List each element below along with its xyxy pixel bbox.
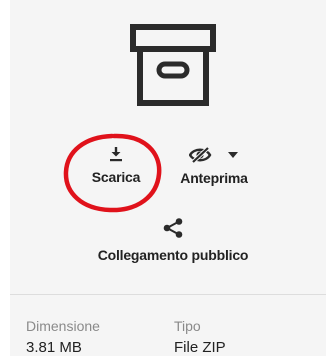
- preview-label: Anteprima: [180, 170, 248, 186]
- section-divider: [10, 294, 326, 295]
- archive-box-icon: [130, 24, 216, 106]
- file-size-info: Dimensione 3.81 MB: [26, 318, 100, 359]
- download-label: Scarica: [91, 169, 141, 185]
- eye-slash-icon: [189, 147, 212, 163]
- public-link-label: Collegamento pubblico: [97, 247, 249, 263]
- file-type-info: Tipo File ZIP: [174, 318, 226, 359]
- caret-down-icon[interactable]: [227, 151, 239, 159]
- public-link-button[interactable]: Collegamento pubblico: [80, 217, 266, 263]
- file-type-label: Tipo: [174, 318, 201, 334]
- share-icon: [163, 218, 183, 238]
- download-button[interactable]: Scarica: [86, 146, 146, 185]
- preview-button[interactable]: Anteprima: [172, 146, 256, 186]
- download-icon: [110, 147, 122, 162]
- file-size-label: Dimensione: [26, 318, 100, 334]
